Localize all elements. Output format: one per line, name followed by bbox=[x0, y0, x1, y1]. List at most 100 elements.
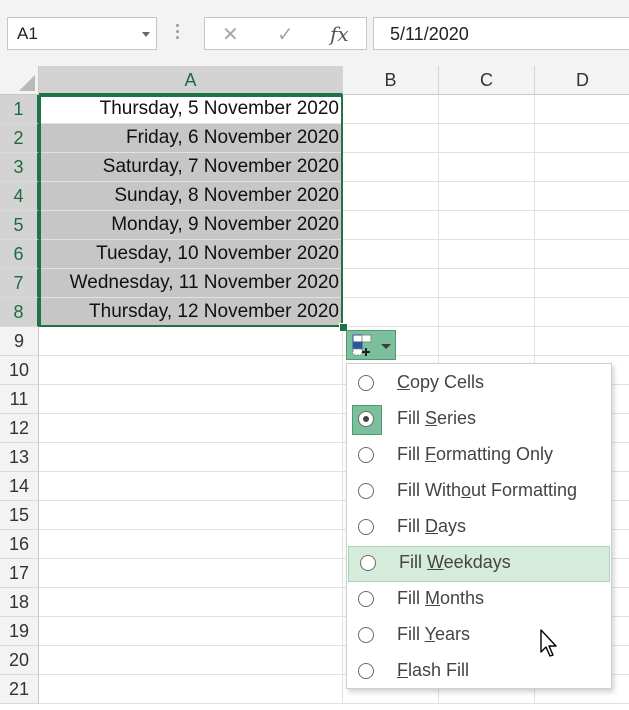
label-text: opy Cells bbox=[410, 372, 485, 392]
cell-c9[interactable] bbox=[439, 327, 535, 356]
enter-icon[interactable]: ✓ bbox=[277, 22, 294, 47]
formula-bar-grip-icon[interactable] bbox=[176, 24, 180, 42]
cell-a5[interactable]: Monday, 9 November 2020 bbox=[39, 211, 343, 240]
radio-icon[interactable] bbox=[352, 369, 382, 399]
cell-c2[interactable] bbox=[439, 124, 535, 153]
cell-a19[interactable] bbox=[39, 617, 343, 646]
row-header-17[interactable]: 17 bbox=[0, 559, 39, 588]
radio-icon[interactable] bbox=[352, 441, 382, 471]
cell-a16[interactable] bbox=[39, 530, 343, 559]
cell-c3[interactable] bbox=[439, 153, 535, 182]
column-header-d[interactable]: D bbox=[535, 66, 629, 95]
autofill-options-button[interactable] bbox=[346, 330, 396, 360]
name-box-dropdown-icon[interactable] bbox=[142, 32, 150, 37]
cell-d8[interactable] bbox=[535, 298, 629, 327]
cell-c1[interactable] bbox=[439, 95, 535, 124]
row-header-1[interactable]: 1 bbox=[0, 95, 39, 124]
cell-b7[interactable] bbox=[343, 269, 439, 298]
menu-item-copy-cells[interactable]: Copy Cells bbox=[347, 366, 611, 402]
row-header-12[interactable]: 12 bbox=[0, 414, 39, 443]
cell-c4[interactable] bbox=[439, 182, 535, 211]
row-header-2[interactable]: 2 bbox=[0, 124, 39, 153]
row-header-15[interactable]: 15 bbox=[0, 501, 39, 530]
row-header-6[interactable]: 6 bbox=[0, 240, 39, 269]
cell-a2[interactable]: Friday, 6 November 2020 bbox=[39, 124, 343, 153]
cell-a18[interactable] bbox=[39, 588, 343, 617]
cell-c5[interactable] bbox=[439, 211, 535, 240]
menu-item-fill-without-formatting[interactable]: Fill Without Formatting bbox=[347, 474, 611, 510]
column-header-a[interactable]: A bbox=[39, 66, 343, 95]
column-header-b[interactable]: B bbox=[343, 66, 439, 95]
cell-a13[interactable] bbox=[39, 443, 343, 472]
cell-a17[interactable] bbox=[39, 559, 343, 588]
cell-a3[interactable]: Saturday, 7 November 2020 bbox=[39, 153, 343, 182]
cell-d9[interactable] bbox=[535, 327, 629, 356]
cell-b6[interactable] bbox=[343, 240, 439, 269]
cell-b2[interactable] bbox=[343, 124, 439, 153]
radio-icon[interactable] bbox=[354, 549, 384, 579]
cell-d3[interactable] bbox=[535, 153, 629, 182]
menu-item-fill-days[interactable]: Fill Days bbox=[347, 510, 611, 546]
menu-item-flash-fill[interactable]: Flash Fill bbox=[347, 654, 611, 690]
cell-a1[interactable]: Thursday, 5 November 2020 bbox=[39, 95, 343, 124]
cell-d1[interactable] bbox=[535, 95, 629, 124]
cancel-icon[interactable]: ✕ bbox=[222, 22, 239, 47]
row-header-18[interactable]: 18 bbox=[0, 588, 39, 617]
name-box[interactable]: A1 bbox=[7, 17, 157, 50]
cell-d4[interactable] bbox=[535, 182, 629, 211]
cell-c6[interactable] bbox=[439, 240, 535, 269]
cell-c7[interactable] bbox=[439, 269, 535, 298]
column-header-c[interactable]: C bbox=[439, 66, 535, 95]
radio-icon[interactable] bbox=[352, 585, 382, 615]
row-header-19[interactable]: 19 bbox=[0, 617, 39, 646]
cell-a10[interactable] bbox=[39, 356, 343, 385]
row-header-8[interactable]: 8 bbox=[0, 298, 39, 327]
select-all-corner[interactable] bbox=[0, 66, 39, 95]
menu-item-fill-months[interactable]: Fill Months bbox=[347, 582, 611, 618]
row-header-3[interactable]: 3 bbox=[0, 153, 39, 182]
cell-a6[interactable]: Tuesday, 10 November 2020 bbox=[39, 240, 343, 269]
cell-d7[interactable] bbox=[535, 269, 629, 298]
cell-a8[interactable]: Thursday, 12 November 2020 bbox=[39, 298, 343, 327]
row-header-4[interactable]: 4 bbox=[0, 182, 39, 211]
cell-b8[interactable] bbox=[343, 298, 439, 327]
row-header-10[interactable]: 10 bbox=[0, 356, 39, 385]
cell-a4[interactable]: Sunday, 8 November 2020 bbox=[39, 182, 343, 211]
cell-d5[interactable] bbox=[535, 211, 629, 240]
row-header-20[interactable]: 20 bbox=[0, 646, 39, 675]
function-icon[interactable]: fx bbox=[330, 22, 349, 46]
menu-item-fill-years[interactable]: Fill Years bbox=[347, 618, 611, 654]
row-header-14[interactable]: 14 bbox=[0, 472, 39, 501]
cell-a7[interactable]: Wednesday, 11 November 2020 bbox=[39, 269, 343, 298]
radio-icon[interactable] bbox=[352, 657, 382, 687]
cell-b4[interactable] bbox=[343, 182, 439, 211]
cell-b3[interactable] bbox=[343, 153, 439, 182]
cell-d6[interactable] bbox=[535, 240, 629, 269]
cell-a21[interactable] bbox=[39, 675, 343, 704]
cell-a11[interactable] bbox=[39, 385, 343, 414]
menu-item-fill-series[interactable]: Fill Series bbox=[347, 402, 611, 438]
radio-icon[interactable] bbox=[352, 405, 382, 435]
cell-b1[interactable] bbox=[343, 95, 439, 124]
row-header-21[interactable]: 21 bbox=[0, 675, 39, 704]
menu-item-fill-formatting-only[interactable]: Fill Formatting Only bbox=[347, 438, 611, 474]
cell-a12[interactable] bbox=[39, 414, 343, 443]
cell-a20[interactable] bbox=[39, 646, 343, 675]
cell-a15[interactable] bbox=[39, 501, 343, 530]
row-header-16[interactable]: 16 bbox=[0, 530, 39, 559]
radio-icon[interactable] bbox=[352, 621, 382, 651]
radio-icon[interactable] bbox=[352, 513, 382, 543]
cell-c8[interactable] bbox=[439, 298, 535, 327]
formula-input[interactable]: 5/11/2020 bbox=[373, 17, 629, 50]
cell-a9[interactable] bbox=[39, 327, 343, 356]
row-header-9[interactable]: 9 bbox=[0, 327, 39, 356]
row-header-5[interactable]: 5 bbox=[0, 211, 39, 240]
cell-d2[interactable] bbox=[535, 124, 629, 153]
menu-item-fill-weekdays[interactable]: Fill Weekdays bbox=[348, 546, 610, 582]
row-header-7[interactable]: 7 bbox=[0, 269, 39, 298]
radio-icon[interactable] bbox=[352, 477, 382, 507]
row-header-11[interactable]: 11 bbox=[0, 385, 39, 414]
row-header-13[interactable]: 13 bbox=[0, 443, 39, 472]
cell-a14[interactable] bbox=[39, 472, 343, 501]
cell-b5[interactable] bbox=[343, 211, 439, 240]
